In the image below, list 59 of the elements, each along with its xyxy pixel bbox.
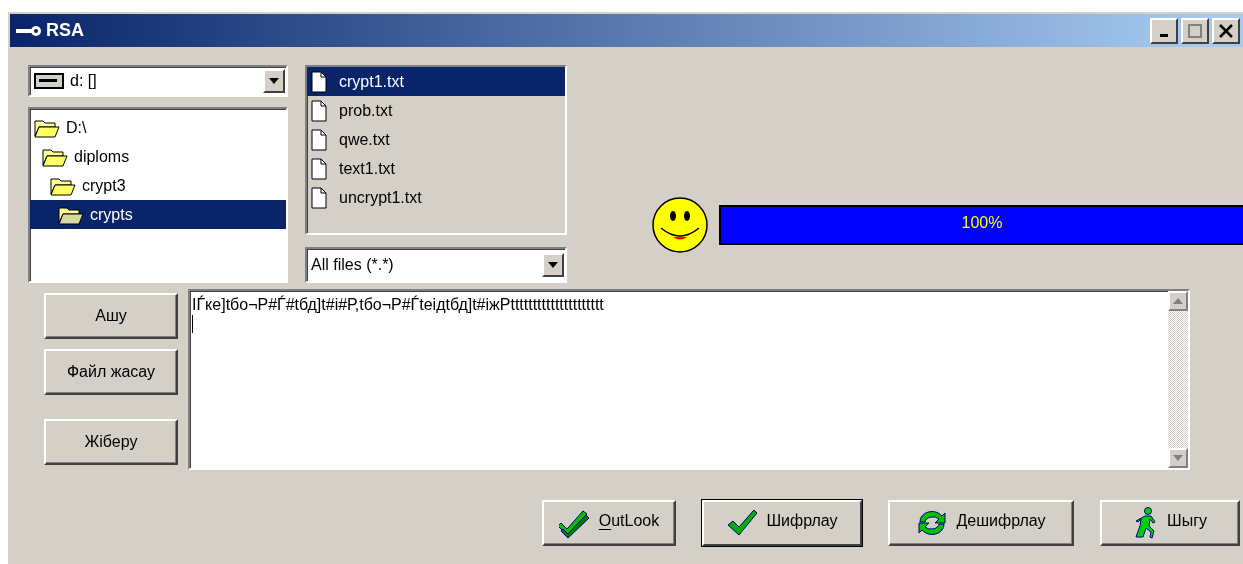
close-icon [1219,23,1233,38]
tree-item[interactable]: D:\ [30,113,286,142]
scrollbar[interactable] [1168,291,1188,468]
minimize-button[interactable] [1150,17,1178,44]
folder-icon [50,175,76,196]
text-editor[interactable]: IЃке]tбо¬Р#Ѓ#tбд]t#i#Р,tбо¬Р#Ѓteiдtбд]t#iжРttttttttttttttttttttt [188,289,1190,470]
editor-text: IЃке]tбо¬Р#Ѓ#tбд]t#i#Р,tбо¬Р#Ѓteiдtбд]t#iжРttttttttttttttttttttt [192,295,605,315]
file-name: text1.txt [339,159,396,178]
scroll-up-arrow-icon [1173,298,1183,304]
action-button[interactable]: OutLook [542,500,676,546]
file-name: crypt1.txt [339,72,404,91]
dropdown-button[interactable] [263,69,285,93]
file-item[interactable]: crypt1.txt [307,67,565,96]
drive-selector[interactable]: d: [] [28,65,288,97]
file-name: uncrypt1.txt [339,188,422,207]
scroll-down-arrow-icon [1173,455,1183,461]
tree-item[interactable]: diploms [30,142,286,171]
text-caret [192,315,193,333]
folder-icon [58,204,84,225]
file-icon [311,157,327,180]
file-name: prob.txt [339,101,393,120]
dropdown-arrow-icon [548,262,558,268]
file-item[interactable]: qwe.txt [307,125,565,154]
window-title: RSA [46,20,85,41]
dropdown-button[interactable] [542,253,564,277]
file-item[interactable]: text1.txt [307,154,565,183]
file-item[interactable]: prob.txt [307,96,565,125]
file-filter-select[interactable]: All files (*.*) [305,247,567,283]
side-button[interactable]: Ашу [44,293,178,339]
folder-name: crypt3 [82,176,126,195]
refresh-icon [916,508,949,538]
folder-name: D:\ [66,118,87,137]
action-button[interactable]: Дешифрлау [888,500,1074,546]
folder-name: crypts [90,205,133,224]
progress-label: 100% [960,214,1004,232]
key-icon [16,24,42,37]
drive-icon [34,73,64,89]
side-button[interactable]: Жіберу [44,419,178,465]
action-button[interactable]: Шифрлау [702,500,862,546]
file-name: qwe.txt [339,130,390,149]
close-button[interactable] [1212,17,1240,44]
side-button[interactable]: Файл жасау [44,349,178,395]
file-icon [311,186,327,209]
tree-item[interactable]: crypts [30,200,286,229]
maximize-icon [1188,23,1202,38]
tree-item[interactable]: crypt3 [30,171,286,200]
action-button[interactable]: Шыгу [1100,500,1240,546]
folder-icon [42,146,68,167]
file-icon [311,99,327,122]
file-item[interactable]: uncrypt1.txt [307,183,565,212]
folder-name: diploms [74,147,130,166]
smiley-icon [651,196,709,254]
dropdown-arrow-icon [269,78,279,84]
file-icon [311,128,327,151]
minimize-icon [1160,34,1168,37]
check-icon [726,509,759,537]
file-icon [311,70,327,93]
folder-icon [34,117,60,138]
maximize-button[interactable] [1181,17,1209,44]
